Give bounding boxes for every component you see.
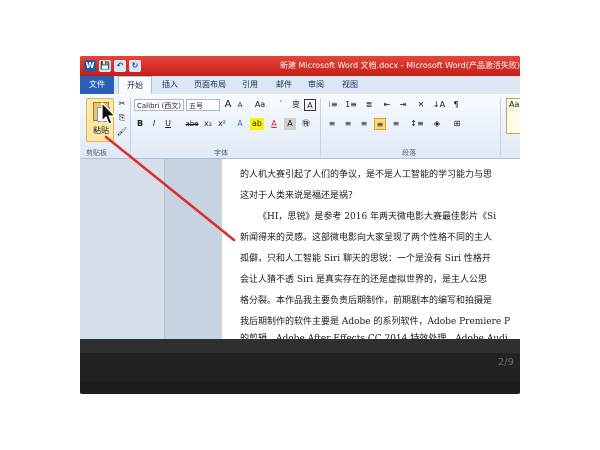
undo-icon[interactable]: ↶ <box>114 60 126 72</box>
style-gallery-item[interactable]: Aa <box>506 98 520 134</box>
group-divider <box>320 98 321 156</box>
title-bar: W 💾 ↶ ↻ 新建 Microsoft Word 文档.docx - Micr… <box>80 56 520 76</box>
tab-mailings[interactable]: 邮件 <box>276 79 292 90</box>
align-left-icon[interactable]: ≡ <box>326 118 338 130</box>
distributed-icon[interactable]: ≡ <box>390 118 402 130</box>
increase-indent-icon[interactable]: ⇥ <box>396 99 410 111</box>
doc-line: 会让人猜不透 Siri 是真实存在的还是虚拟世界的，是主人公思 <box>240 275 487 285</box>
group-divider <box>130 98 131 156</box>
highlight-color-icon[interactable]: ab <box>250 118 264 130</box>
doc-line: 格分裂。本作品我主要负责后期制作，前期剧本的编写和拍摄是 <box>240 296 493 306</box>
tab-references[interactable]: 引用 <box>242 79 258 90</box>
word-window: W 💾 ↶ ↻ 新建 Microsoft Word 文档.docx - Micr… <box>80 56 520 394</box>
video-player-bar: 2/9 <box>80 339 520 381</box>
doc-line: 的人机大赛引起了人们的争议，是不是人工智能的学习能力与思 <box>240 170 493 180</box>
sort-icon[interactable]: ↓A <box>432 99 446 111</box>
doc-line: 这对于人类来说是福还是祸？ <box>240 191 358 201</box>
mouse-cursor-icon <box>101 102 117 125</box>
clear-format-button[interactable]: ﾞ <box>276 99 288 111</box>
ribbon-home: 粘贴 ✂ ⎘ 🖌 剪贴板 Calibri (西文) 五号 A A Aa ﾞ 变 … <box>80 94 520 159</box>
multilevel-list-icon[interactable]: ≣ <box>362 99 376 111</box>
doc-line: 孤僻，只和人工智能 Siri 聊天的思锐：一个是没有 Siri 性格开 <box>240 254 491 264</box>
doc-line: 《HI，思锐》是参考 2016 年两天微电影大赛最佳影片《Si <box>258 212 497 222</box>
show-marks-icon[interactable]: ¶ <box>450 99 462 111</box>
enclose-characters-icon[interactable]: ㊕ <box>300 118 312 130</box>
change-case-button[interactable]: Aa <box>252 99 268 111</box>
paste-label: 粘贴 <box>93 126 109 135</box>
paragraph-group-label: 段落 <box>402 149 416 157</box>
borders-icon[interactable]: ⊞ <box>450 118 464 130</box>
decrease-indent-icon[interactable]: ⇤ <box>380 99 394 111</box>
font-color-icon[interactable]: A <box>268 118 280 130</box>
clipboard-group-label: 剪贴板 <box>86 149 107 157</box>
character-border-button[interactable]: A <box>304 99 316 111</box>
italic-button[interactable]: I <box>148 118 160 130</box>
grow-font-button[interactable]: A <box>223 99 233 111</box>
subscript-button[interactable]: x₂ <box>202 118 214 130</box>
page-counter: 2/9 <box>497 357 514 368</box>
line-spacing-icon[interactable]: ↕≡ <box>410 118 424 130</box>
save-icon[interactable]: 💾 <box>99 60 111 72</box>
phonetic-guide-button[interactable]: 变 <box>290 99 302 111</box>
tab-view[interactable]: 视图 <box>342 79 358 90</box>
document-area: 的人机大赛引起了人们的争议，是不是人工智能的学习能力与思 这对于人类来说是福还是… <box>80 159 520 344</box>
tab-review[interactable]: 审阅 <box>308 79 324 90</box>
word-logo-icon: W <box>84 60 96 72</box>
group-divider <box>500 98 501 156</box>
window-title: 新建 Microsoft Word 文档.docx - Microsoft Wo… <box>280 61 520 70</box>
align-right-icon[interactable]: ≡ <box>358 118 370 130</box>
tab-page-layout[interactable]: 页面布局 <box>194 79 226 90</box>
strikethrough-button[interactable]: abe <box>184 118 200 130</box>
font-group-label: 字体 <box>214 149 228 157</box>
doc-line: 我后期制作的软件主要是 Adobe 的系列软件，Adobe Premiere P <box>240 317 511 327</box>
underline-button[interactable]: U <box>162 118 174 130</box>
chinese-layout-icon[interactable]: ✕ <box>414 99 428 111</box>
redo-icon[interactable]: ↻ <box>129 60 141 72</box>
justify-icon[interactable]: ≡ <box>374 118 386 130</box>
navigation-pane <box>80 159 165 339</box>
bold-button[interactable]: B <box>134 118 146 130</box>
tab-insert[interactable]: 插入 <box>162 79 178 90</box>
superscript-button[interactable]: x² <box>216 118 228 130</box>
format-painter-icon[interactable]: 🖌 <box>116 126 128 138</box>
paragraph-shading-icon[interactable]: ◈ <box>430 118 444 130</box>
progress-strip <box>80 339 520 353</box>
text-effects-icon[interactable]: A <box>234 118 246 130</box>
character-shading-icon[interactable]: A <box>284 118 296 130</box>
align-center-icon[interactable]: ≡ <box>342 118 354 130</box>
numbering-icon[interactable]: 1≡ <box>344 99 358 111</box>
font-name-combo[interactable]: Calibri (西文) <box>134 99 184 111</box>
quick-access-toolbar: W 💾 ↶ ↻ <box>84 59 141 73</box>
bullets-icon[interactable]: ⁝≡ <box>326 99 340 111</box>
tab-home[interactable]: 开始 <box>118 76 152 95</box>
ribbon-tabs: 文件 开始 插入 页面布局 引用 邮件 审阅 视图 <box>80 76 520 95</box>
font-size-combo[interactable]: 五号 <box>186 99 220 111</box>
doc-line: 新闻得来的灵感。这部微电影向大家呈现了两个性格不同的主人 <box>240 233 493 243</box>
document-page[interactable]: 的人机大赛引起了人们的争议，是不是人工智能的学习能力与思 这对于人类来说是福还是… <box>222 159 520 344</box>
tab-file[interactable]: 文件 <box>80 76 114 94</box>
shrink-font-button[interactable]: A <box>235 99 245 111</box>
